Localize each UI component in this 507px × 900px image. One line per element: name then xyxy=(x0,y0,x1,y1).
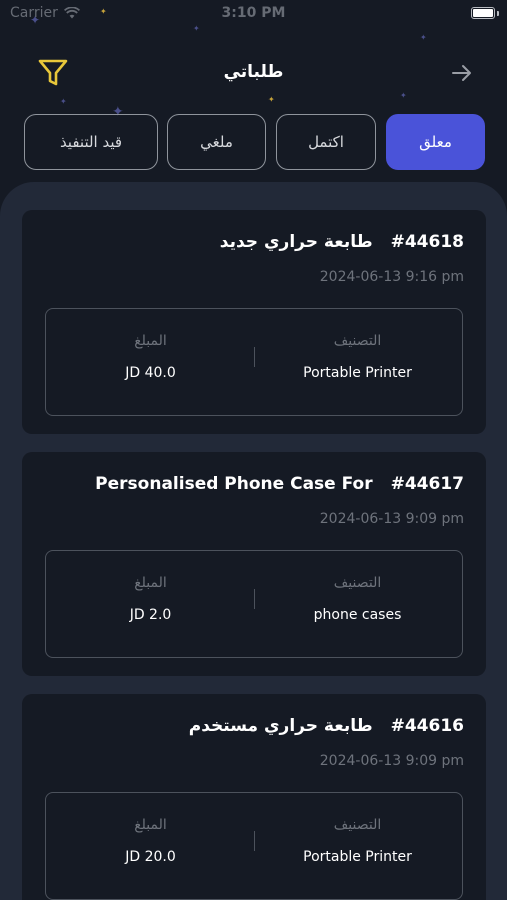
orders-list[interactable]: #44618 طابعة حراري جديد 2024-06-13 9:16 p… xyxy=(0,182,507,900)
order-title: #44618 طابعة حراري جديد xyxy=(44,232,464,252)
category-column: التصنيف Portable Printer xyxy=(253,793,462,899)
order-title: #44617 Personalised Phone Case For xyxy=(44,474,464,494)
order-card[interactable]: #44616 طابعة حراري مستخدم 2024-06-13 9:09… xyxy=(22,694,486,900)
amount-label: المبلغ xyxy=(134,333,167,349)
amount-column: المبلغ JD 20.0 xyxy=(46,793,255,899)
amount-value: JD 2.0 xyxy=(129,607,172,623)
order-name: طابعة حراري جديد xyxy=(219,232,373,252)
header: طلباتي xyxy=(0,50,507,96)
tab-completed[interactable]: اكتمل xyxy=(276,114,376,170)
amount-value: JD 40.0 xyxy=(125,365,176,381)
status-bar: Carrier 3:10 PM xyxy=(0,0,507,28)
tab-cancelled[interactable]: ملغي xyxy=(167,114,266,170)
category-column: التصنيف phone cases xyxy=(253,551,462,657)
order-number: #44616 xyxy=(390,716,464,736)
order-name: طابعة حراري مستخدم xyxy=(188,716,373,736)
category-label: التصنيف xyxy=(333,575,382,591)
order-date: 2024-06-13 9:09 pm xyxy=(319,753,464,769)
order-title: #44616 طابعة حراري مستخدم xyxy=(44,716,464,736)
order-number: #44618 xyxy=(390,232,464,252)
page-title: طلباتي xyxy=(223,62,284,82)
order-info-box: التصنيف Portable Printer المبلغ JD 40.0 xyxy=(45,308,463,416)
order-card[interactable]: #44617 Personalised Phone Case For 2024-0… xyxy=(22,452,486,676)
order-date: 2024-06-13 9:09 pm xyxy=(319,511,464,527)
category-value: Portable Printer xyxy=(303,849,412,865)
arrow-right-icon xyxy=(452,65,471,81)
status-tabs: معلق اكتمل ملغي قيد التنفيذ xyxy=(0,114,507,172)
back-button[interactable] xyxy=(449,60,475,86)
category-value: phone cases xyxy=(313,607,402,623)
category-value: Portable Printer xyxy=(303,365,412,381)
order-info-box: التصنيف phone cases المبلغ JD 2.0 xyxy=(45,550,463,658)
amount-label: المبلغ xyxy=(134,575,167,591)
order-number: #44617 xyxy=(390,474,464,494)
category-label: التصنيف xyxy=(333,333,382,349)
order-date: 2024-06-13 9:16 pm xyxy=(319,269,464,285)
tab-pending[interactable]: معلق xyxy=(386,114,485,170)
amount-column: المبلغ JD 2.0 xyxy=(46,551,255,657)
battery-tip xyxy=(497,11,499,16)
category-label: التصنيف xyxy=(333,817,382,833)
status-time: 3:10 PM xyxy=(221,5,286,21)
order-card[interactable]: #44618 طابعة حراري جديد 2024-06-13 9:16 p… xyxy=(22,210,486,434)
order-info-box: التصنيف Portable Printer المبلغ JD 20.0 xyxy=(45,792,463,900)
order-name: Personalised Phone Case For xyxy=(95,474,373,494)
amount-value: JD 20.0 xyxy=(125,849,176,865)
tab-in-progress[interactable]: قيد التنفيذ xyxy=(24,114,158,170)
battery-icon xyxy=(471,7,495,19)
category-column: التصنيف Portable Printer xyxy=(253,309,462,415)
amount-label: المبلغ xyxy=(134,817,167,833)
amount-column: المبلغ JD 40.0 xyxy=(46,309,255,415)
